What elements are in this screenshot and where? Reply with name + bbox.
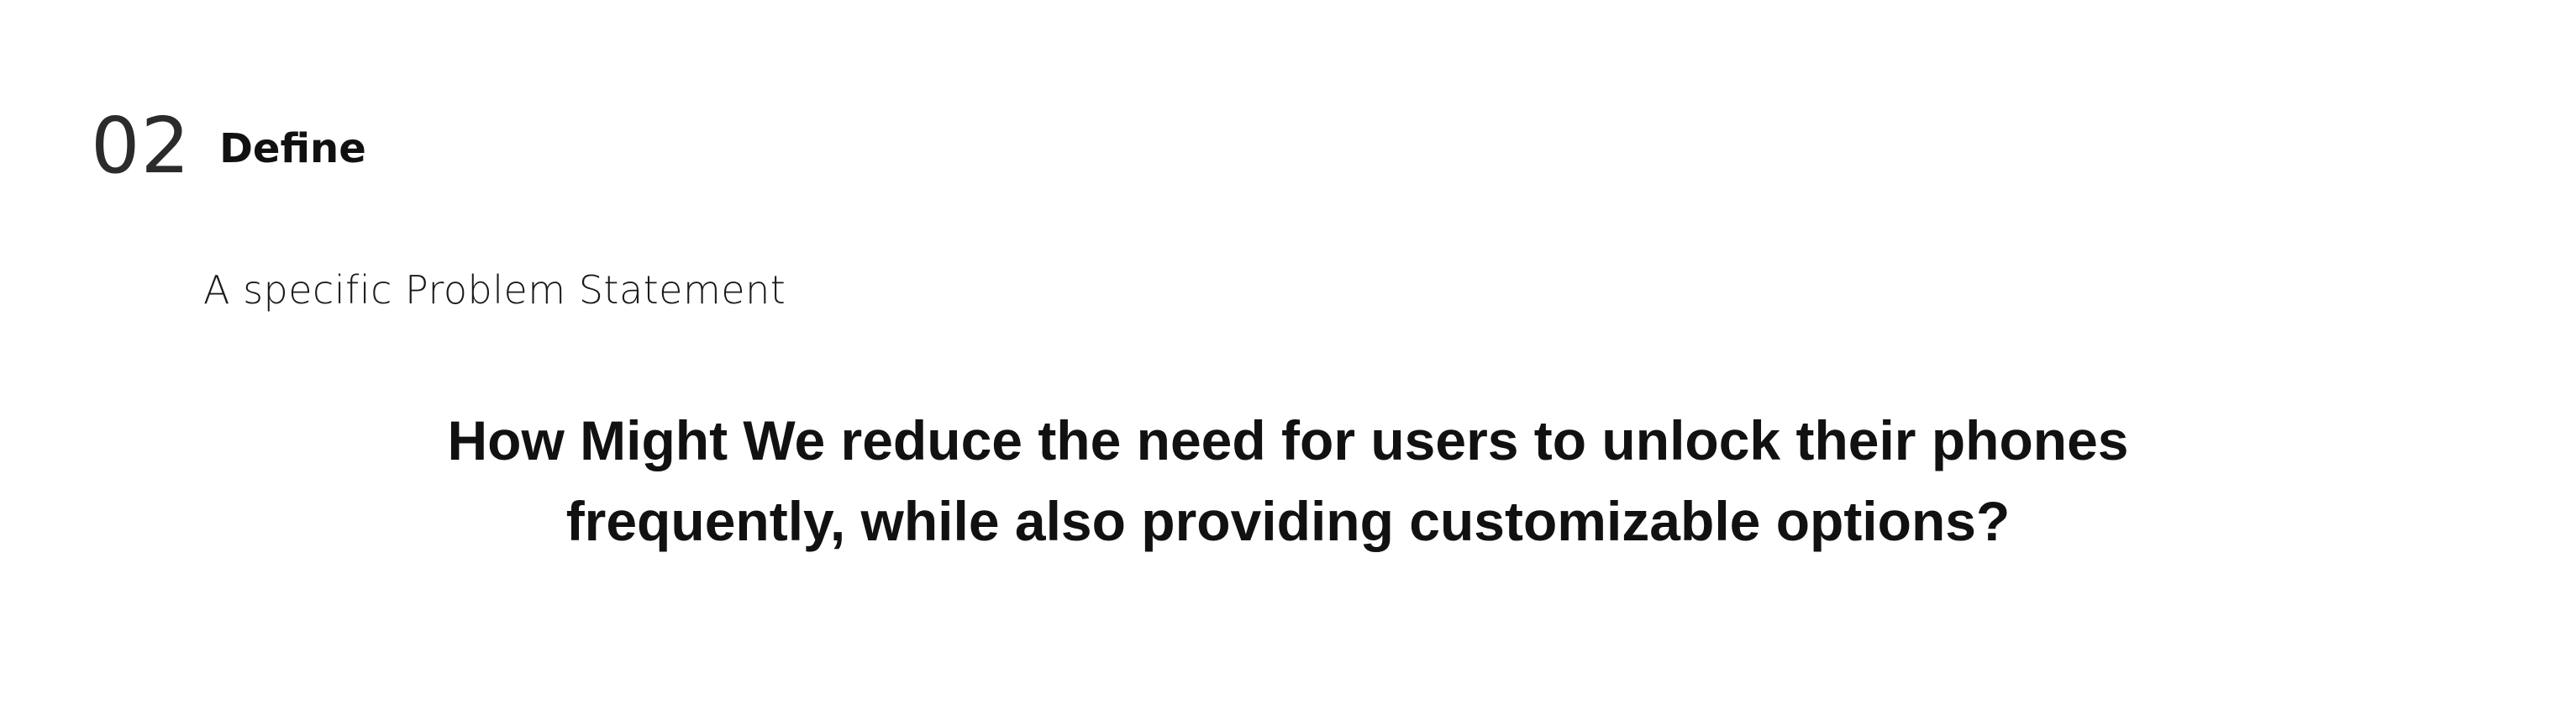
section-number: 02 — [91, 101, 192, 191]
problem-statement-line-1: How Might We reduce the need for users t… — [447, 409, 2129, 471]
problem-statement: How Might We reduce the need for users t… — [0, 400, 2576, 561]
problem-statement-line-2: frequently, while also providing customi… — [565, 490, 2011, 552]
subtitle: A specific Problem Statement — [203, 267, 786, 313]
section-header: 02 Define — [91, 108, 366, 185]
section-title: Define — [219, 125, 366, 172]
